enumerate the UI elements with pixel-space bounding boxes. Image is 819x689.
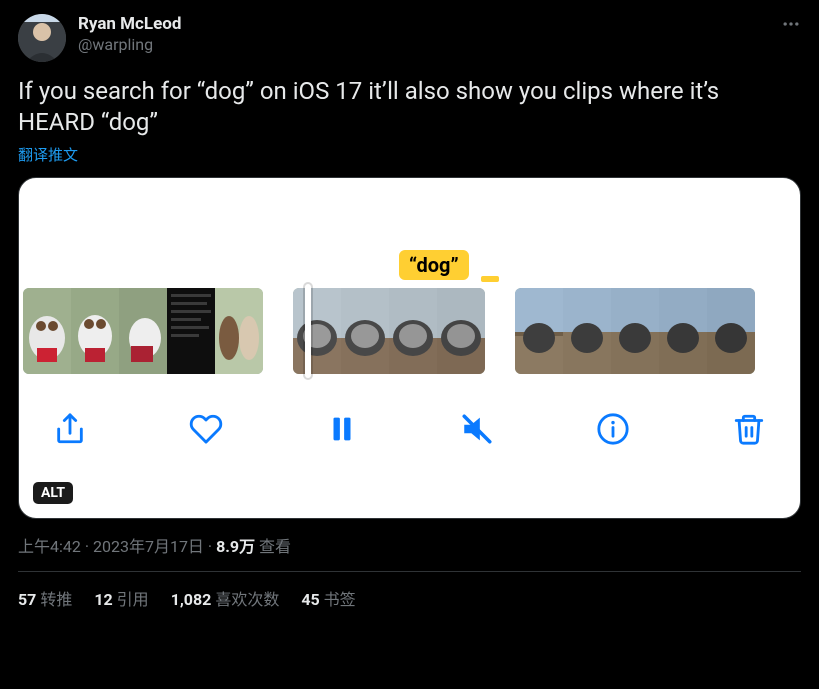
tweet-time[interactable]: 上午4:42 [18, 537, 81, 556]
thumbnail [659, 288, 707, 374]
media-card[interactable]: “dog” [18, 177, 801, 519]
tweet-text: If you search for “dog” on iOS 17 it’ll … [18, 76, 801, 138]
thumbnail [167, 288, 215, 374]
display-name[interactable]: Ryan McLeod [78, 14, 181, 35]
thumbnail [293, 288, 341, 374]
tweet-stats: 57 转推 12 引用 1,082 喜欢次数 45 书签 [18, 572, 801, 620]
media-toolbar [19, 394, 800, 464]
thumbnail [437, 288, 485, 374]
playhead-icon[interactable] [305, 284, 311, 378]
pause-icon[interactable] [325, 412, 359, 446]
author-names: Ryan McLeod @warpling [78, 14, 181, 55]
handle[interactable]: @warpling [78, 35, 181, 55]
thumbnail [389, 288, 437, 374]
clip-group-1[interactable] [23, 288, 263, 374]
thumbnail [611, 288, 659, 374]
clip-group-2[interactable] [293, 288, 485, 374]
avatar[interactable] [18, 14, 66, 62]
thumbnail [707, 288, 755, 374]
thumbnail [23, 288, 71, 374]
quotes-stat[interactable]: 12 引用 [94, 586, 148, 610]
clip-group-3[interactable] [515, 288, 755, 374]
translate-link[interactable]: 翻译推文 [18, 144, 78, 165]
filmstrip [19, 288, 800, 374]
trash-icon[interactable] [732, 412, 766, 446]
share-icon[interactable] [53, 412, 87, 446]
likes-stat[interactable]: 1,082 喜欢次数 [171, 586, 280, 610]
playhead-tick-icon [481, 276, 499, 282]
alt-badge[interactable]: ALT [33, 482, 73, 504]
heart-icon[interactable] [189, 412, 223, 446]
thumbnail [119, 288, 167, 374]
thumbnail [515, 288, 563, 374]
tweet-meta: 上午4:42 · 2023年7月17日 · 8.9万 查看 [18, 533, 801, 572]
mute-icon[interactable] [460, 412, 494, 446]
bookmarks-stat[interactable]: 45 书签 [301, 586, 355, 610]
thumbnail [563, 288, 611, 374]
retweets-stat[interactable]: 57 转推 [18, 586, 72, 610]
info-icon[interactable] [596, 412, 630, 446]
views-label: 查看 [259, 537, 291, 556]
thumbnail [341, 288, 389, 374]
thumbnail [215, 288, 263, 374]
tweet: Ryan McLeod @warpling If you search for … [0, 0, 819, 630]
views-count: 8.9万 [216, 537, 255, 556]
media-whitespace: “dog” [19, 178, 800, 288]
thumbnail [71, 288, 119, 374]
tweet-date[interactable]: 2023年7月17日 [93, 537, 204, 556]
search-term-label: “dog” [399, 250, 469, 280]
more-button[interactable] [781, 14, 801, 39]
tweet-header: Ryan McLeod @warpling [18, 14, 801, 62]
